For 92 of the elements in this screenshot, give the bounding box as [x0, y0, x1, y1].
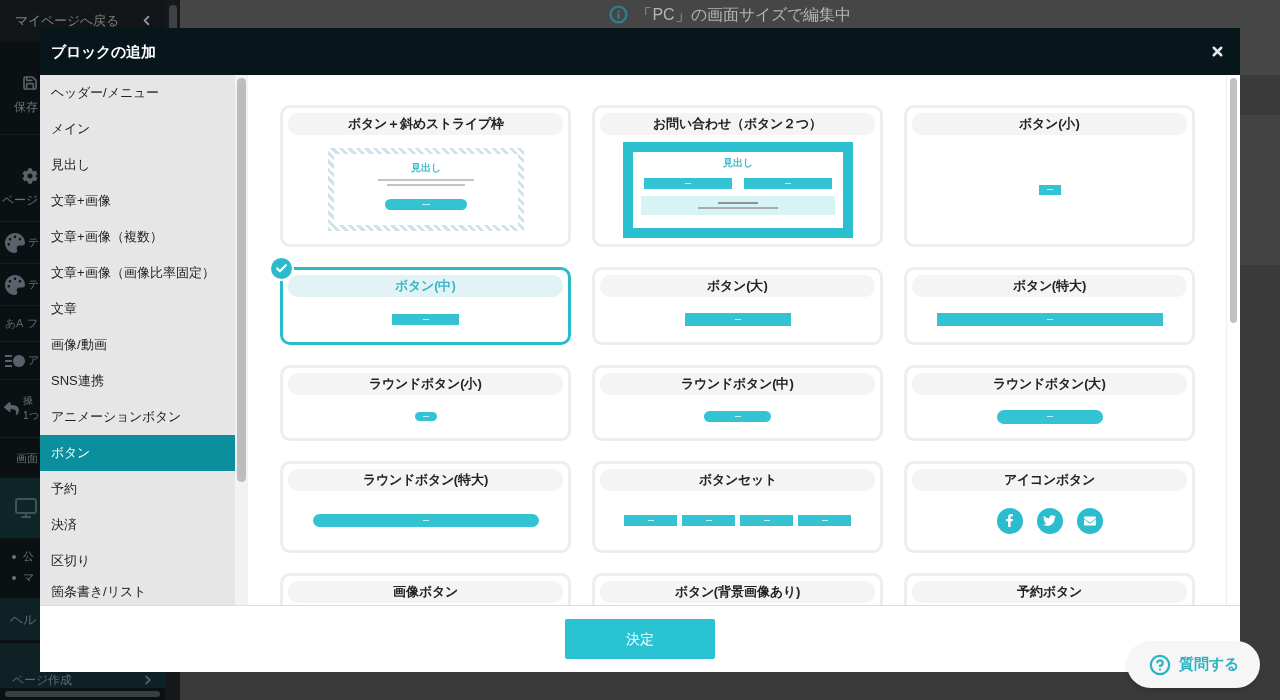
scrollbar-thumb[interactable]	[5, 691, 160, 697]
category-item[interactable]: 箇条書き/リスト	[40, 579, 235, 605]
block-card[interactable]: ボタン(背景画像あり)	[592, 573, 883, 605]
sidebar-label: テ	[28, 278, 39, 291]
palette-icon	[5, 232, 25, 253]
block-card[interactable]: アイコンボタン	[904, 461, 1195, 553]
category-item[interactable]: メイン	[40, 111, 235, 147]
button-preview	[740, 515, 793, 526]
block-title: ボタンセット	[600, 469, 875, 491]
sidebar-label: 公	[23, 550, 34, 563]
block-card[interactable]: お問い合わせ（ボタン２つ） 見出し	[592, 105, 883, 247]
sidebar-label: 1つ	[23, 410, 39, 422]
button-preview	[682, 515, 735, 526]
block-title: ラウンドボタン(大)	[912, 373, 1187, 395]
close-button[interactable]	[1210, 44, 1225, 59]
block-title: ボタン＋斜めストライプ枠	[288, 113, 563, 135]
sidebar-label: ア	[28, 354, 39, 367]
scrollbar-thumb[interactable]	[168, 5, 177, 28]
category-item[interactable]: 文章+画像（画像比率固定）	[40, 255, 235, 291]
category-item[interactable]: 予約	[40, 471, 235, 507]
category-item[interactable]: 見出し	[40, 147, 235, 183]
twitter-icon	[1036, 507, 1063, 534]
block-title: ボタン(小)	[912, 113, 1187, 135]
save-icon	[22, 75, 38, 91]
category-item[interactable]: ボタン	[40, 435, 235, 471]
help-icon	[1148, 653, 1171, 676]
category-item[interactable]: ヘッダー/メニュー	[40, 75, 235, 111]
category-item[interactable]: 文章+画像	[40, 183, 235, 219]
facebook-icon	[996, 507, 1023, 534]
sidebar-label: 操	[23, 395, 34, 407]
text-line	[717, 201, 758, 204]
sidebar-label: 保存	[14, 100, 38, 114]
sidebar-label: ページ作成	[12, 673, 72, 687]
button-preview	[1038, 184, 1061, 195]
block-title: アイコンボタン	[912, 469, 1187, 491]
sidebar-label: マ	[23, 571, 34, 584]
block-title: ラウンドボタン(小)	[288, 373, 563, 395]
button-preview	[624, 515, 677, 526]
block-title: お問い合わせ（ボタン２つ）	[600, 113, 875, 135]
bullet-icon	[12, 554, 16, 559]
sidebar-label: テ	[28, 236, 39, 249]
info-icon	[609, 5, 629, 24]
preview-heading: 見出し	[722, 156, 753, 169]
block-title: 画像ボタン	[288, 581, 563, 603]
block-title: 予約ボタン	[912, 581, 1187, 603]
settings-icon	[22, 168, 38, 184]
button-preview	[392, 314, 459, 325]
block-card[interactable]: ラウンドボタン(中)	[592, 365, 883, 441]
block-card[interactable]: ボタン(小)	[904, 105, 1195, 247]
category-item[interactable]: アニメーションボタン	[40, 399, 235, 435]
close-icon	[1210, 44, 1225, 59]
block-title: ラウンドボタン(特大)	[288, 469, 563, 491]
block-title: ボタン(特大)	[912, 275, 1187, 297]
button-preview	[704, 411, 771, 422]
scrollbar-thumb[interactable]	[1230, 78, 1237, 323]
lines-dot-icon	[5, 354, 25, 367]
sidebar-label: 画面	[16, 451, 38, 465]
block-card[interactable]: ボタン＋斜めストライプ枠 見出し	[280, 105, 571, 247]
preview-heading: 見出し	[410, 162, 441, 174]
sidebar-label: ページ	[2, 193, 38, 207]
category-item[interactable]: 文章	[40, 291, 235, 327]
sidebar-label: フ	[27, 317, 39, 330]
category-item[interactable]: 区切り	[40, 543, 235, 579]
block-card[interactable]: ラウンドボタン(大)	[904, 365, 1195, 441]
dialog-title: ブロックの追加	[51, 42, 156, 61]
category-item[interactable]: 文章+画像（複数）	[40, 219, 235, 255]
category-item[interactable]: SNS連携	[40, 363, 235, 399]
bullet-icon	[12, 575, 16, 580]
edit-notice: 「PC」の画面サイズで編集中	[636, 5, 851, 24]
block-card[interactable]: ラウンドボタン(小)	[280, 365, 571, 441]
monitor-icon	[14, 496, 38, 520]
check-icon	[269, 256, 294, 281]
block-card[interactable]: 予約ボタン	[904, 573, 1195, 605]
block-title: ボタン(中)	[288, 275, 563, 297]
font-glyph: あA	[5, 317, 24, 330]
category-item[interactable]: 決済	[40, 507, 235, 543]
block-title: ラウンドボタン(中)	[600, 373, 875, 395]
block-card[interactable]: ボタン(特大)	[904, 267, 1195, 345]
block-title: ボタン(背景画像あり)	[600, 581, 875, 603]
block-card[interactable]: ボタン(大)	[592, 267, 883, 345]
scrollbar-thumb[interactable]	[237, 78, 246, 482]
undo-icon	[4, 401, 19, 416]
block-card[interactable]: ボタンセット	[592, 461, 883, 553]
block-card[interactable]: ラウンドボタン(特大)	[280, 461, 571, 553]
mail-icon	[1076, 507, 1103, 534]
sidebar-label: ヘル	[10, 611, 36, 627]
category-item[interactable]: 画像/動画	[40, 327, 235, 363]
block-card[interactable]: 画像ボタン	[280, 573, 571, 605]
block-title: ボタン(大)	[600, 275, 875, 297]
button-preview	[798, 515, 851, 526]
palette-icon	[5, 274, 25, 295]
button-preview	[414, 412, 437, 421]
